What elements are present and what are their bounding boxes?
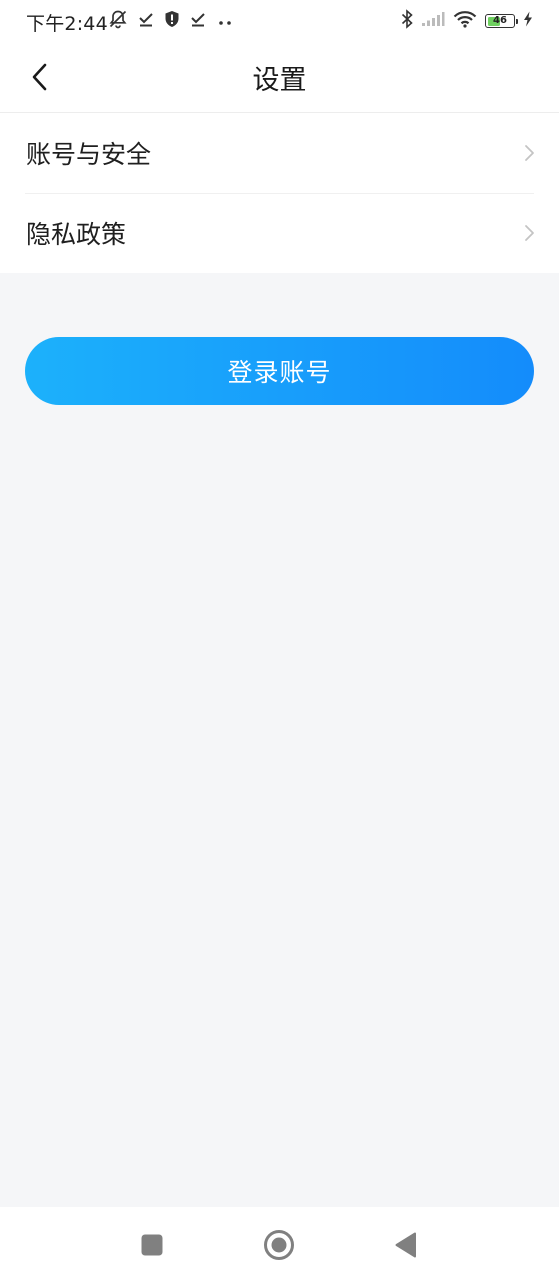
status-time: 下午2:44 <box>26 13 108 35</box>
chevron-right-icon <box>525 225 534 241</box>
settings-item-account-security[interactable]: 账号与安全 <box>0 113 559 193</box>
wifi-icon <box>453 10 477 32</box>
status-notification-icons <box>108 10 234 32</box>
charging-icon <box>523 11 533 31</box>
chevron-right-icon <box>525 145 534 161</box>
settings-item-privacy-policy[interactable]: 隐私政策 <box>0 193 559 273</box>
home-button[interactable] <box>263 1229 295 1261</box>
more-dots-icon <box>216 12 234 31</box>
settings-item-label: 账号与安全 <box>26 140 152 169</box>
settings-item-label: 隐私政策 <box>26 220 127 249</box>
recents-square-icon <box>141 1234 163 1256</box>
bluetooth-icon <box>401 9 413 33</box>
download-done-icon <box>138 11 154 31</box>
nav-bar: 设置 <box>0 42 559 113</box>
settings-list: 账号与安全 隐私政策 <box>0 113 559 273</box>
signal-icon <box>421 11 445 31</box>
recents-button[interactable] <box>136 1229 168 1261</box>
system-back-button[interactable] <box>390 1229 422 1261</box>
page-title: 设置 <box>252 65 307 96</box>
status-bar: 下午2:44 46 <box>0 0 559 42</box>
status-system-icons: 46 <box>401 9 533 33</box>
shield-icon <box>164 10 180 32</box>
system-nav-bar <box>0 1207 559 1280</box>
battery-icon: 46 <box>485 14 518 28</box>
battery-level: 46 <box>493 15 507 26</box>
back-triangle-icon <box>395 1232 416 1258</box>
download-done-icon <box>190 11 206 31</box>
home-circle-icon <box>264 1230 294 1260</box>
notifications-muted-icon <box>108 9 128 33</box>
login-button[interactable]: 登录账号 <box>25 337 534 405</box>
